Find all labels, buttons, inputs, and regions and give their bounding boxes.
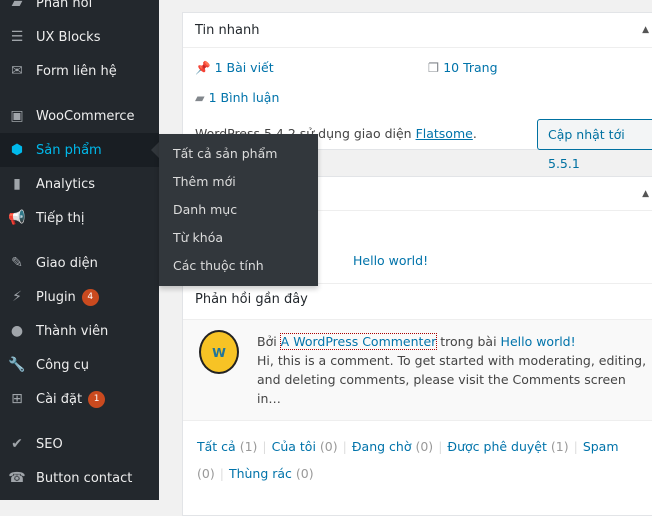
update-count-badge: 4 <box>81 288 99 306</box>
sidebar-item-label: UX Blocks <box>36 29 101 45</box>
submenu-pointer <box>151 142 159 158</box>
admin-sidebar: ▰ Phản hồi ☰ UX Blocks ✉ Form liên hệ ▣ WooComm… <box>0 0 159 500</box>
megaphone-icon: 📢 <box>8 210 26 226</box>
pages-icon: ❐ <box>428 60 440 75</box>
comment-item: W Bởi A WordPress Commenter trong bài He… <box>183 319 652 421</box>
posts-count[interactable]: 📌 1 Bài viết <box>195 60 274 76</box>
brush-icon: ✎ <box>11 255 23 271</box>
submenu-tags[interactable]: Từ khóa <box>159 224 318 252</box>
user-icon: ● <box>10 323 24 339</box>
widget-title: Tin nhanh <box>183 13 652 48</box>
submenu-add-new[interactable]: Thêm mới <box>159 168 318 196</box>
sidebar-item-sản-phẩm[interactable]: ⬢ Sản phẩm <box>0 133 159 167</box>
sidebar-item-ux-blocks[interactable]: ☰ UX Blocks <box>0 20 159 54</box>
submenu-attributes[interactable]: Các thuộc tính <box>159 252 318 280</box>
sidebar-item-label: Thành viên <box>36 323 109 339</box>
avatar: W <box>199 330 239 374</box>
comment-author-link[interactable]: A WordPress Commenter <box>279 333 438 350</box>
comment-filter-link[interactable]: Thùng rác (0) <box>229 466 314 481</box>
sidebar-item-woocommerce[interactable]: ▣ WooCommerce <box>0 99 159 133</box>
sidebar-item-seo[interactable]: ✔ SEO <box>0 427 159 461</box>
submenu-categories[interactable]: Danh mục <box>159 196 318 224</box>
sidebar-item-cài-đặt[interactable]: ⊞ Cài đặt 1 <box>0 382 159 416</box>
sidebar-item-label: Sản phẩm <box>36 142 102 158</box>
update-button[interactable]: Cập nhật tới 5.5.1 <box>537 119 652 171</box>
comment-filters: Tất cả (1) | Của tôi (0) | Đang chờ (0) | Được… <box>197 439 619 481</box>
comment-filter-link[interactable]: Tất cả (1) <box>197 439 257 454</box>
posts-link[interactable]: 1 Bài viết <box>215 60 274 75</box>
sidebar-item-phản-hồi[interactable]: ▰ Phản hồi <box>0 0 159 20</box>
comment-excerpt: Hi, this is a comment. To get started wi… <box>257 353 647 406</box>
toggle-arrow-icon[interactable]: ▲ <box>642 25 649 35</box>
seo-icon: ✔ <box>11 436 23 452</box>
pages-count[interactable]: ❐ 10 Trang <box>428 60 498 75</box>
comments-count[interactable]: ▰ 1 Bình luận <box>195 90 279 105</box>
recent-post-link[interactable]: Hello world! <box>353 253 428 268</box>
comment-filter-link[interactable]: Được phê duyệt (1) <box>447 439 568 454</box>
sidebar-item-label: Form liên hệ <box>36 63 117 79</box>
chart-icon: ▮ <box>13 176 21 192</box>
wrench-icon: 🔧 <box>8 357 26 373</box>
sidebar-item-thành-viên[interactable]: ● Thành viên <box>0 314 159 348</box>
toggle-arrow-icon[interactable]: ▲ <box>642 189 649 199</box>
box-icon: ⬢ <box>10 142 24 158</box>
sidebar-item-label: Analytics <box>36 176 96 192</box>
sidebar-item-công-cụ[interactable]: 🔧 Công cụ <box>0 348 159 382</box>
sidebar-item-tiếp-thị[interactable]: 📢 Tiếp thị <box>0 201 159 235</box>
sidebar-item-form-liên-hệ[interactable]: ✉ Form liên hệ <box>0 54 159 88</box>
at-a-glance-widget: Tin nhanh ▲ 📌 1 Bài viết ❐ 10 Trang ▰ 1 … <box>182 12 652 171</box>
sidebar-item-label: Button contact <box>36 470 133 486</box>
sidebar-item-analytics[interactable]: ▮ Analytics <box>0 167 159 201</box>
comment-icon: ▰ <box>11 0 23 11</box>
products-submenu: Tất cả sản phẩm Thêm mới Danh mục Từ khó… <box>159 134 318 286</box>
sidebar-item-label: WooCommerce <box>36 108 135 124</box>
pin-icon: 📌 <box>195 60 211 75</box>
update-count-badge: 1 <box>88 390 106 408</box>
sidebar-item-giao-diện[interactable]: ✎ Giao diện <box>0 246 159 280</box>
comments-link[interactable]: 1 Bình luận <box>209 90 280 105</box>
settings-icon: ⊞ <box>11 391 23 407</box>
sidebar-item-label: SEO <box>36 436 63 452</box>
blocks-icon: ☰ <box>10 29 24 45</box>
sidebar-item-button-contact[interactable]: ☎ Button contact <box>0 461 159 495</box>
plugin-icon: ⚡ <box>12 289 22 305</box>
recent-comments-title: Phản hồi gần đây <box>195 292 308 307</box>
comment-icon: ▰ <box>195 90 205 105</box>
theme-link[interactable]: Flatsome <box>416 126 473 141</box>
mail-icon: ✉ <box>11 63 23 79</box>
comment-filter-link[interactable]: Đang chờ (0) <box>352 439 433 454</box>
sidebar-item-label: Tiếp thị <box>36 210 85 226</box>
sidebar-item-plugin[interactable]: ⚡ Plugin 4 <box>0 280 159 314</box>
submenu-all-products[interactable]: Tất cả sản phẩm <box>159 140 318 168</box>
sidebar-item-label: Plugin <box>36 289 76 305</box>
sidebar-item-label: Giao diện <box>36 255 98 271</box>
woo-icon: ▣ <box>10 108 24 124</box>
phone-icon: ☎ <box>8 470 26 486</box>
comment-filter-link[interactable]: Của tôi (0) <box>272 439 338 454</box>
sidebar-item-label: Công cụ <box>36 357 90 373</box>
comment-post-link[interactable]: Hello world! <box>501 334 576 349</box>
sidebar-item-label: Phản hồi <box>36 0 93 11</box>
pages-link[interactable]: 10 Trang <box>443 60 497 75</box>
sidebar-item-label: Cài đặt <box>36 391 83 407</box>
